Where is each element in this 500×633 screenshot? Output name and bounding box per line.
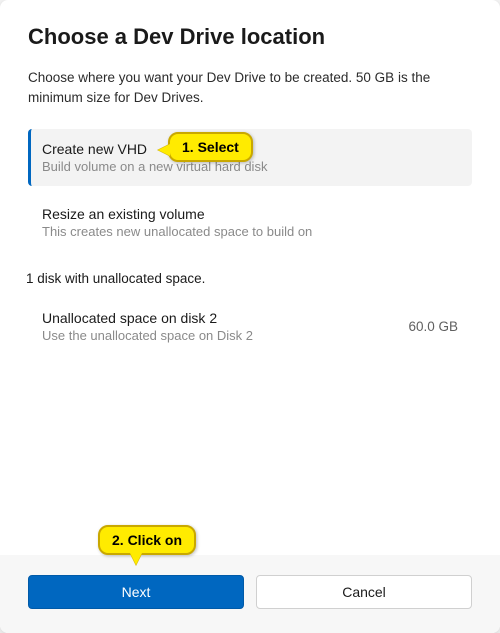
annotation-label: 2. Click on (112, 532, 182, 548)
annotation-select: 1. Select (168, 132, 253, 162)
cancel-button[interactable]: Cancel (256, 575, 472, 609)
annotation-click: 2. Click on (98, 525, 196, 555)
option-desc: Build volume on a new virtual hard disk (42, 159, 458, 174)
annotation-label: 1. Select (182, 139, 239, 155)
disk-desc: Use the unallocated space on Disk 2 (42, 328, 253, 343)
dialog-title: Choose a Dev Drive location (28, 24, 472, 50)
disk-size: 60.0 GB (408, 319, 458, 334)
dev-drive-dialog: Choose a Dev Drive location Choose where… (0, 0, 500, 633)
disk-title: Unallocated space on disk 2 (42, 310, 253, 326)
dialog-footer: Next Cancel (0, 555, 500, 633)
option-resize-volume[interactable]: Resize an existing volume This creates n… (28, 194, 472, 251)
next-button[interactable]: Next (28, 575, 244, 609)
option-desc: This creates new unallocated space to bu… (42, 224, 458, 239)
unallocated-section-label: 1 disk with unallocated space. (26, 271, 472, 286)
callout-tail-icon (130, 553, 142, 565)
dialog-subtitle: Choose where you want your Dev Drive to … (28, 68, 472, 107)
callout-tail-icon (158, 144, 170, 156)
option-unallocated-disk[interactable]: Unallocated space on disk 2 Use the unal… (28, 300, 472, 353)
disk-info: Unallocated space on disk 2 Use the unal… (42, 310, 253, 343)
option-title: Resize an existing volume (42, 206, 458, 222)
